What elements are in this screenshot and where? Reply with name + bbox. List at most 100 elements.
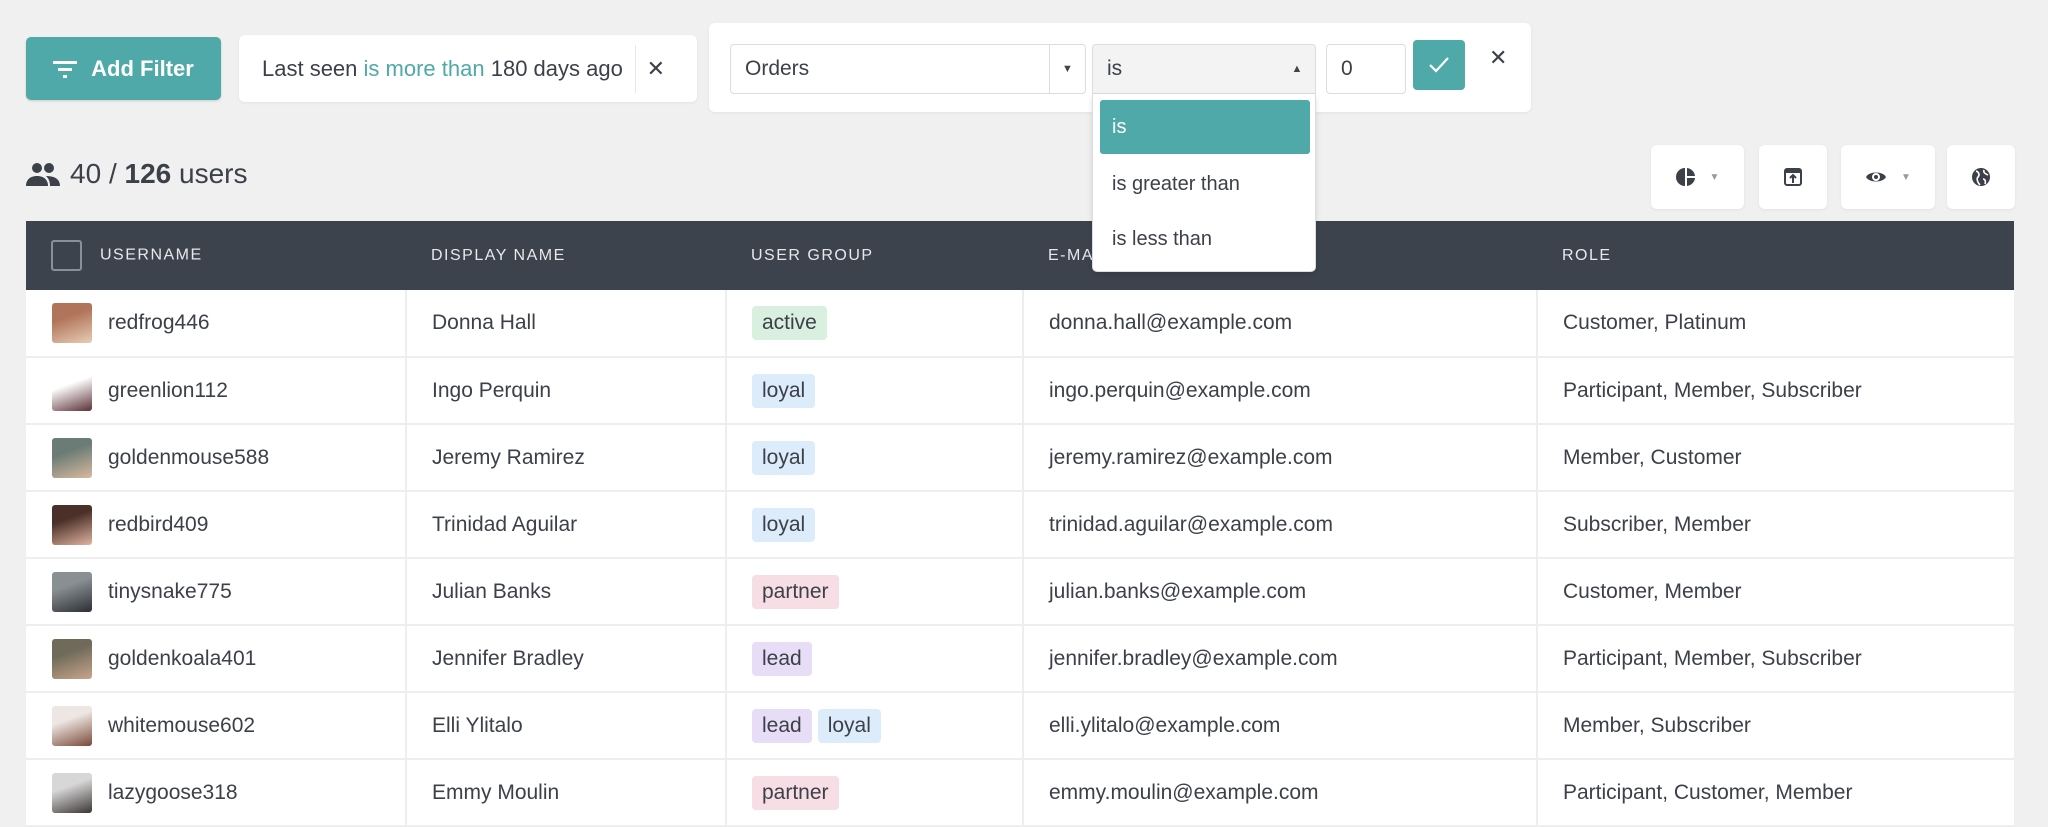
remove-filter-close-icon[interactable]: ✕ bbox=[636, 56, 676, 82]
role: Participant, Customer, Member bbox=[1537, 759, 2014, 827]
display-name: Jennifer Bradley bbox=[406, 625, 727, 693]
active-filter-chip[interactable]: Last seen is more than 180 days ago ✕ bbox=[239, 35, 697, 102]
count-unit: users bbox=[179, 158, 248, 189]
users-icon bbox=[26, 163, 60, 186]
option-is-less-than[interactable]: is less than bbox=[1100, 212, 1310, 266]
select-all-checkbox[interactable] bbox=[51, 240, 82, 271]
username[interactable]: redfrog446 bbox=[108, 311, 210, 335]
option-is[interactable]: is bbox=[1100, 100, 1310, 154]
filter-value: 180 days ago bbox=[490, 55, 623, 81]
caret-down-icon: ▼ bbox=[1901, 171, 1911, 183]
role: Subscriber, Member bbox=[1537, 491, 2014, 559]
email: emmy.moulin@example.com bbox=[1023, 759, 1538, 827]
count-separator: / bbox=[108, 158, 117, 189]
user-group-tag: loyal bbox=[752, 373, 816, 408]
role: Participant, Member, Subscriber bbox=[1537, 625, 2014, 693]
email: jennifer.bradley@example.com bbox=[1023, 625, 1538, 693]
role: Customer, Member bbox=[1537, 558, 2014, 626]
username[interactable]: lazygoose318 bbox=[108, 781, 238, 805]
username[interactable]: tinysnake775 bbox=[108, 580, 232, 604]
add-filter-button[interactable]: Add Filter bbox=[26, 37, 221, 100]
header-label: USERNAME bbox=[100, 246, 203, 264]
field-select-value: Orders bbox=[745, 57, 810, 80]
table-row[interactable]: redfrog446 Donna Hall active donna.hall@… bbox=[26, 290, 2014, 358]
avatar bbox=[52, 638, 92, 679]
filter-operator: is more than bbox=[363, 55, 485, 81]
export-button[interactable] bbox=[1759, 145, 1827, 209]
export-icon bbox=[1784, 168, 1802, 186]
avatar bbox=[52, 303, 92, 343]
operator-select-value: is bbox=[1107, 57, 1123, 80]
username[interactable]: redbird409 bbox=[108, 513, 208, 537]
display-name: Elli Ylitalo bbox=[406, 692, 727, 760]
user-group-tag: loyal bbox=[752, 440, 816, 475]
avatar bbox=[52, 504, 92, 545]
display-name: Trinidad Aguilar bbox=[406, 491, 727, 559]
username[interactable]: greenlion112 bbox=[108, 379, 228, 403]
filter-icon bbox=[53, 60, 78, 78]
cancel-filter-close-icon[interactable]: ✕ bbox=[1489, 45, 1507, 71]
user-group-tag: lead bbox=[752, 708, 812, 743]
operator-dropdown-menu: is is greater than is less than bbox=[1092, 94, 1316, 272]
email: julian.banks@example.com bbox=[1023, 558, 1538, 626]
avatar bbox=[52, 437, 92, 478]
header-role[interactable]: ROLE bbox=[1537, 221, 2014, 290]
user-group-tag: loyal bbox=[817, 708, 881, 743]
display-name: Julian Banks bbox=[406, 558, 727, 626]
header-user-group[interactable]: USER GROUP bbox=[726, 221, 1023, 290]
avatar bbox=[52, 772, 92, 813]
add-filter-label: Add Filter bbox=[91, 55, 194, 81]
caret-down-icon: ▼ bbox=[1049, 45, 1085, 93]
value-input-text: 0 bbox=[1341, 57, 1353, 80]
email: elli.ylitalo@example.com bbox=[1023, 692, 1538, 760]
username[interactable]: whitemouse602 bbox=[108, 714, 255, 738]
display-name: Jeremy Ramirez bbox=[406, 424, 727, 492]
apply-filter-button[interactable] bbox=[1413, 40, 1465, 90]
chart-menu-button[interactable]: ▼ bbox=[1651, 145, 1744, 209]
operator-select[interactable]: is ▲ bbox=[1092, 44, 1316, 94]
display-name: Ingo Perquin bbox=[406, 357, 727, 425]
field-select[interactable]: Orders ▼ bbox=[730, 44, 1086, 94]
value-input[interactable]: 0 bbox=[1326, 44, 1406, 94]
role: Member, Subscriber bbox=[1537, 692, 2014, 760]
display-name: Donna Hall bbox=[406, 290, 727, 358]
role: Participant, Member, Subscriber bbox=[1537, 357, 2014, 425]
avatar bbox=[52, 370, 92, 411]
total-count: 126 bbox=[124, 158, 172, 189]
table-row[interactable]: whitemouse602 Elli Ylitalo lead loyal ell… bbox=[26, 692, 2014, 760]
avatar bbox=[52, 571, 92, 612]
avatar bbox=[52, 705, 92, 746]
filter-field: Last seen bbox=[262, 55, 358, 81]
header-display-name[interactable]: DISPLAY NAME bbox=[406, 221, 726, 290]
table-row[interactable]: redbird409 Trinidad Aguilar loyal trinid… bbox=[26, 491, 2014, 559]
user-group-tag: partner bbox=[752, 574, 839, 609]
email: trinidad.aguilar@example.com bbox=[1023, 491, 1538, 559]
option-is-greater-than[interactable]: is greater than bbox=[1100, 157, 1310, 211]
user-group-tag: lead bbox=[752, 641, 812, 676]
user-group-tag: active bbox=[752, 306, 827, 340]
display-name: Emmy Moulin bbox=[406, 759, 727, 827]
email: jeremy.ramirez@example.com bbox=[1023, 424, 1538, 492]
globe-icon bbox=[1972, 168, 1990, 186]
role: Customer, Platinum bbox=[1537, 290, 2014, 358]
username[interactable]: goldenmouse588 bbox=[108, 446, 269, 470]
role: Member, Customer bbox=[1537, 424, 2014, 492]
pie-chart-icon bbox=[1675, 168, 1695, 186]
table-row[interactable]: goldenkoala401 Jennifer Bradley lead jen… bbox=[26, 625, 2014, 693]
email: ingo.perquin@example.com bbox=[1023, 357, 1538, 425]
user-groups: active bbox=[726, 290, 1024, 358]
table-row[interactable]: greenlion112 Ingo Perquin loyal ingo.per… bbox=[26, 357, 2014, 425]
user-groups: lead bbox=[726, 625, 1024, 693]
table-row[interactable]: lazygoose318 Emmy Moulin partner emmy.mo… bbox=[26, 759, 2014, 827]
user-groups: loyal bbox=[726, 424, 1024, 492]
header-username[interactable]: USERNAME bbox=[26, 221, 406, 290]
email: donna.hall@example.com bbox=[1023, 290, 1538, 358]
user-groups: lead loyal bbox=[726, 692, 1024, 760]
visibility-menu-button[interactable]: ▼ bbox=[1841, 145, 1935, 209]
table-row[interactable]: tinysnake775 Julian Banks partner julian… bbox=[26, 558, 2014, 626]
globe-button[interactable] bbox=[1947, 145, 2015, 209]
user-group-tag: loyal bbox=[752, 507, 816, 542]
table-row[interactable]: goldenmouse588 Jeremy Ramirez loyal jere… bbox=[26, 424, 2014, 492]
user-group-tag: partner bbox=[752, 775, 839, 810]
username[interactable]: goldenkoala401 bbox=[108, 647, 256, 671]
